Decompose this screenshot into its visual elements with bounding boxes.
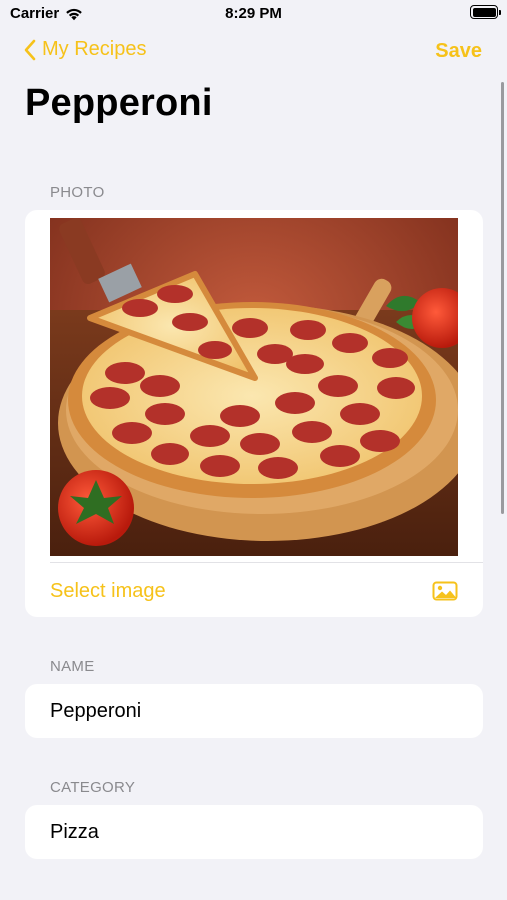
status-right — [470, 5, 501, 19]
status-bar: Carrier 8:29 PM — [0, 0, 507, 30]
photo-icon — [432, 581, 458, 601]
category-field-value: Pizza — [50, 821, 99, 843]
status-time: 8:29 PM — [225, 5, 282, 22]
category-section-header: CATEGORY — [50, 779, 136, 796]
select-image-label: Select image — [50, 579, 166, 602]
pizza-photo-illustration — [50, 218, 458, 556]
chevron-left-icon — [24, 39, 36, 60]
save-button[interactable]: Save — [435, 40, 482, 63]
scrollbar[interactable] — [501, 82, 504, 514]
name-field[interactable]: Pepperoni — [25, 684, 483, 738]
recipe-photo — [50, 218, 458, 556]
photo-separator — [50, 562, 483, 563]
page-title: Pepperoni — [25, 82, 213, 124]
name-section-header: NAME — [50, 658, 95, 675]
back-label: My Recipes — [42, 38, 147, 60]
battery-icon — [470, 5, 501, 19]
photo-card: Select image — [25, 210, 483, 617]
category-field[interactable]: Pizza — [25, 805, 483, 859]
photo-section-header: PHOTO — [50, 184, 105, 201]
battery-fill — [472, 7, 496, 17]
back-button[interactable]: My Recipes — [24, 38, 146, 61]
select-image-button[interactable]: Select image — [50, 576, 458, 606]
name-field-value: Pepperoni — [50, 700, 142, 722]
